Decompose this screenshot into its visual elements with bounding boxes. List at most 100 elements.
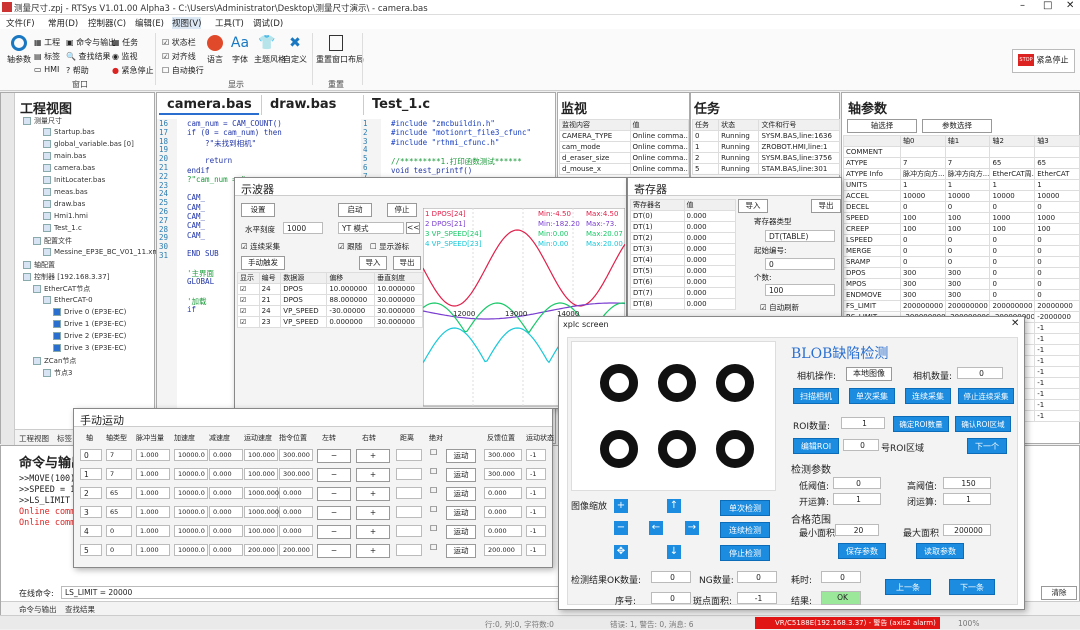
menu-file[interactable]: 文件(F) <box>6 17 35 29</box>
custom-button[interactable]: ✖ 自定义 <box>283 35 307 65</box>
cmd-input[interactable]: LS_LIMIT = 20000 <box>61 586 561 599</box>
tree-item[interactable]: meas.bas <box>43 188 88 196</box>
find-result-button[interactable]: 🔍 查找结果 <box>66 51 111 62</box>
tree-item[interactable]: Drive 0 (EP3E-EC) <box>53 308 126 316</box>
local-image-button[interactable]: 本地图像 <box>846 367 892 381</box>
table-row[interactable]: 5 Running STAM.BAS,line:301 <box>691 163 840 175</box>
channel-cell[interactable]: 30.000000 <box>374 305 423 317</box>
absolute-checkbox[interactable]: ☐ <box>430 543 437 552</box>
motion-field[interactable]: 0.000 <box>279 487 313 499</box>
tab-labels[interactable]: 标签 <box>57 433 72 444</box>
motion-field[interactable]: 1.000 <box>136 487 170 499</box>
arrow-down-icon[interactable]: ↓ <box>667 545 681 559</box>
motion-field[interactable]: 0.000 <box>209 449 243 461</box>
scan-camera-button[interactable]: 扫描相机 <box>793 388 839 404</box>
table-row[interactable]: DT(1) 0.000 <box>630 221 737 233</box>
motion-field[interactable]: 100.000 <box>244 449 278 461</box>
right-jog-button[interactable]: + <box>356 525 390 539</box>
arrow-up-icon[interactable]: ↑ <box>667 499 681 513</box>
motion-field[interactable]: 65 <box>106 506 132 518</box>
motion-field[interactable]: 100.000 <box>244 468 278 480</box>
channel-cell[interactable]: -30.00000 <box>326 305 376 317</box>
channel-cell[interactable]: 10.000000 <box>374 283 423 295</box>
label-button[interactable]: ▤ 标签 <box>34 51 60 62</box>
tree-item[interactable]: EtherCAT-0 <box>43 296 93 304</box>
motion-field[interactable]: 200.000 <box>244 544 278 556</box>
roi-count-value[interactable]: 1 <box>841 417 885 429</box>
table-row[interactable]: COMMENT <box>843 146 1080 158</box>
axis-select[interactable]: 4 <box>80 525 102 537</box>
tree-item[interactable]: 配置文件 <box>33 236 72 246</box>
table-row[interactable]: DT(0) 0.000 <box>630 210 737 222</box>
channel-cell[interactable]: 24 <box>258 305 282 317</box>
motion-field[interactable]: 200.000 <box>279 544 313 556</box>
channel-cell[interactable]: 24 <box>258 283 282 295</box>
axis-select[interactable]: 0 <box>80 449 102 461</box>
channel-checkbox[interactable]: ☑ <box>237 305 260 317</box>
table-row[interactable]: MERGE 0 0 0 0 <box>843 245 1080 257</box>
tree-item[interactable]: 节点3 <box>43 368 72 378</box>
motion-field[interactable]: 1.000 <box>136 468 170 480</box>
motion-field[interactable]: 10000.0 <box>174 506 208 518</box>
left-jog-button[interactable]: − <box>317 468 351 482</box>
left-jog-button[interactable]: − <box>317 525 351 539</box>
table-row[interactable]: DT(3) 0.000 <box>630 243 737 255</box>
table-row[interactable]: 2 Running SYSM.BAS,line:3756 <box>691 152 840 164</box>
reg-count-input[interactable]: 100 <box>765 284 835 296</box>
left-jog-button[interactable]: − <box>317 487 351 501</box>
next-record-button[interactable]: 下一条 <box>949 579 995 595</box>
distance-field[interactable] <box>396 468 422 480</box>
right-jog-button[interactable]: + <box>356 506 390 520</box>
channel-cell[interactable]: 21 <box>258 294 282 306</box>
confirm-roi-count-button[interactable]: 确定ROI数量 <box>893 416 949 432</box>
tree-item[interactable]: Hmi1.hmi <box>43 212 88 220</box>
motion-field[interactable]: 1.000 <box>136 506 170 518</box>
hmi-button[interactable]: ▭ HMI <box>34 65 59 74</box>
motion-field[interactable]: 1.000 <box>136 544 170 556</box>
table-row[interactable]: 0 Running SYSM.BAS,line:1636 <box>691 130 840 142</box>
close-icon[interactable]: ✕ <box>1066 0 1074 11</box>
motion-field[interactable]: 1000.000 <box>244 487 279 499</box>
auto-wrap-checkbox[interactable]: ☐ 自动换行 <box>162 65 204 76</box>
reset-layout-button[interactable]: 重置窗口布局 <box>316 35 364 65</box>
table-row[interactable]: ATYPE Info 脉冲方向方... 脉冲方向方... EtherCAT周... Et… <box>843 168 1080 180</box>
absolute-checkbox[interactable]: ☐ <box>430 467 437 476</box>
table-row[interactable]: CREEP 100 100 100 100 <box>843 223 1080 235</box>
motion-field[interactable]: 7 <box>106 468 132 480</box>
motion-field[interactable]: 0.000 <box>279 525 313 537</box>
axis-select[interactable]: 1 <box>80 468 102 480</box>
tree-item[interactable]: main.bas <box>43 152 86 160</box>
menu-view[interactable]: 视图(V) <box>172 17 202 29</box>
tree-item[interactable]: 测量尺寸 <box>23 116 62 126</box>
status-bar-checkbox[interactable]: ☑ 状态栏 <box>162 37 196 48</box>
menu-tools[interactable]: 工具(T) <box>215 17 244 29</box>
motion-field[interactable]: 0.000 <box>209 525 243 537</box>
table-row[interactable]: DT(8) 0.000 <box>630 298 737 310</box>
reg-start-input[interactable]: 0 <box>765 258 835 270</box>
table-row[interactable]: DT(6) 0.000 <box>630 276 737 288</box>
fit-icon[interactable]: ✥ <box>614 545 628 559</box>
absolute-checkbox[interactable]: ☐ <box>430 505 437 514</box>
menu-controller[interactable]: 控制器(C) <box>88 17 126 29</box>
task-button[interactable]: ▦ 任务 <box>112 37 138 48</box>
motion-field[interactable]: 65 <box>106 487 132 499</box>
motion-field[interactable]: 10000.0 <box>174 487 208 499</box>
absolute-checkbox[interactable]: ☐ <box>430 524 437 533</box>
move-button[interactable]: 运动 <box>446 468 476 482</box>
axis-select-button[interactable]: 轴选择 <box>847 119 917 133</box>
move-button[interactable]: 运动 <box>446 449 476 463</box>
theme-button[interactable]: 👕 主题风格 <box>254 35 286 65</box>
table-row[interactable]: UNITS 1 1 1 1 <box>843 179 1080 191</box>
table-row[interactable]: ATYPE 7 7 65 65 <box>843 157 1080 169</box>
menu-debug[interactable]: 调试(D) <box>253 17 283 29</box>
tree-item[interactable]: EtherCAT节点 <box>33 284 90 294</box>
absolute-checkbox[interactable]: ☐ <box>430 486 437 495</box>
cmd-output-button[interactable]: ▣ 命令与输出 <box>66 37 116 48</box>
channel-checkbox[interactable]: ☑ <box>237 283 260 295</box>
edit-roi-button[interactable]: 编辑ROI <box>793 438 839 454</box>
single-detect-button[interactable]: 单次检测 <box>720 500 770 516</box>
reg-export-button[interactable]: 导出 <box>811 199 841 213</box>
arrow-left-icon[interactable]: ← <box>649 521 663 535</box>
tree-item[interactable]: InitLocater.bas <box>43 176 105 184</box>
watch-button[interactable]: ◉ 监视 <box>112 51 138 62</box>
